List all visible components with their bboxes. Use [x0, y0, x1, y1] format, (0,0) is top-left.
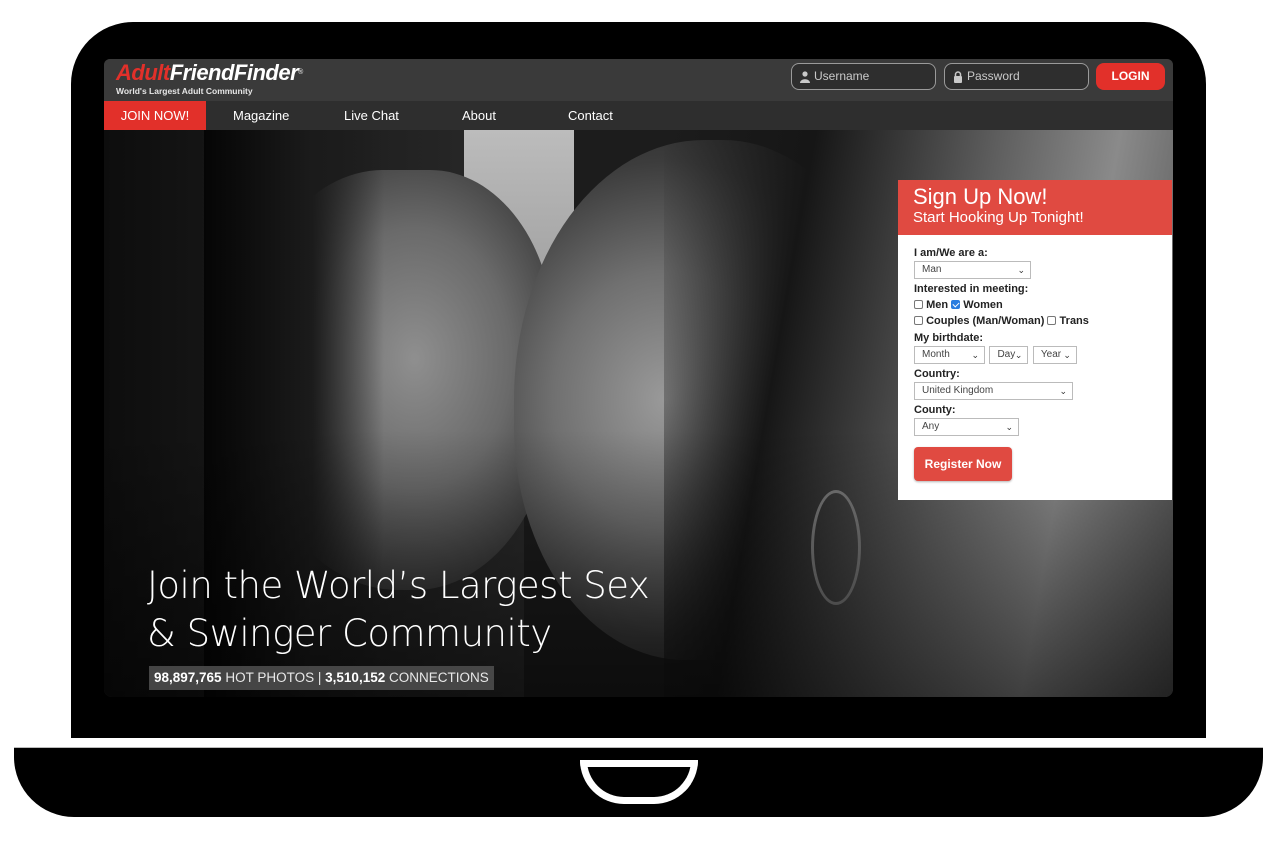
iam-select-value: Man — [922, 264, 942, 275]
chevron-down-icon: ⌄ — [1059, 386, 1067, 396]
day-select-value: Day — [997, 349, 1016, 360]
top-header: AdultFriendFinder® World's Largest Adult… — [104, 59, 1173, 101]
connections-count: 3,510,152 — [325, 670, 386, 685]
password-input[interactable]: Password — [944, 63, 1089, 90]
checkbox-women-label: Women — [963, 299, 1003, 311]
checkbox-men[interactable] — [914, 300, 923, 309]
browser-screen: AdultFriendFinder® World's Largest Adult… — [104, 59, 1173, 697]
logo-registered-mark: ® — [298, 69, 303, 76]
photos-label: HOT PHOTOS — [225, 670, 315, 685]
county-select[interactable]: Any ⌄ — [914, 418, 1019, 436]
chevron-down-icon: ⌄ — [1063, 350, 1071, 360]
iam-select[interactable]: Man ⌄ — [914, 261, 1031, 279]
logo-friendfinder-text: FriendFinder — [169, 60, 299, 85]
checkbox-couples[interactable] — [914, 316, 923, 325]
nav-join-now[interactable]: JOIN NOW! — [104, 101, 206, 130]
country-label: Country: — [914, 368, 960, 380]
nav-live-chat[interactable]: Live Chat — [344, 101, 399, 130]
username-placeholder: Username — [814, 69, 870, 83]
site-stats-bar: 98,897,765 HOT PHOTOS | 3,510,152 CONNEC… — [149, 666, 494, 690]
chevron-down-icon: ⌄ — [1014, 350, 1023, 360]
country-select[interactable]: United Kingdom ⌄ — [914, 382, 1073, 400]
hero-headline: Join the World’s Largest Sex & Swinger C… — [147, 562, 650, 658]
signup-body: I am/We are a: Man ⌄ Interested in meetin… — [898, 235, 1172, 481]
interest-row-2: Couples (Man/Woman) Trans — [914, 313, 1172, 329]
country-select-value: United Kingdom — [922, 385, 994, 396]
register-now-button[interactable]: Register Now — [914, 447, 1012, 481]
chevron-down-icon: ⌄ — [1017, 265, 1025, 275]
user-icon — [800, 71, 810, 83]
login-button[interactable]: LOGIN — [1096, 63, 1165, 90]
checkbox-women[interactable] — [951, 300, 961, 309]
interest-row-1: Men Women — [914, 297, 1172, 313]
signup-subtitle: Start Hooking Up Tonight! — [913, 209, 1084, 226]
checkbox-men-label: Men — [926, 299, 949, 311]
checkbox-trans-label: Trans — [1059, 315, 1089, 327]
photos-count: 98,897,765 — [154, 670, 222, 685]
signup-form: Sign Up Now! Start Hooking Up Tonight! I… — [898, 180, 1172, 500]
site-logo[interactable]: AdultFriendFinder® World's Largest Adult… — [116, 61, 303, 97]
nav-magazine[interactable]: Magazine — [233, 101, 289, 130]
chevron-down-icon: ⌄ — [1005, 422, 1013, 432]
year-select[interactable]: Year ⌄ — [1032, 346, 1077, 364]
chevron-down-icon: ⌄ — [971, 350, 979, 360]
birthdate-selects: Month ⌄ Day ⌄ Year ⌄ — [914, 346, 1172, 367]
stats-separator: | — [317, 670, 322, 685]
county-select-value: Any — [922, 421, 940, 432]
county-label: County: — [914, 404, 956, 416]
signup-title: Sign Up Now! — [913, 184, 1048, 209]
month-select-value: Month — [922, 349, 950, 360]
checkbox-couples-label: Couples (Man/Woman) — [926, 315, 1045, 327]
iam-label: I am/We are a: — [914, 247, 988, 259]
main-nav: JOIN NOW! Magazine Live Chat About Conta… — [104, 101, 1173, 155]
checkbox-trans[interactable] — [1047, 316, 1057, 325]
nav-about[interactable]: About — [462, 101, 496, 130]
logo-wordmark: AdultFriendFinder® — [116, 61, 303, 85]
logo-tagline: World's Largest Adult Community — [116, 86, 253, 96]
password-placeholder: Password — [967, 69, 1020, 83]
month-select[interactable]: Month ⌄ — [914, 346, 985, 364]
signup-header: Sign Up Now! Start Hooking Up Tonight! — [898, 180, 1172, 235]
username-input[interactable]: Username — [791, 63, 936, 90]
nav-contact[interactable]: Contact — [568, 101, 613, 130]
day-select[interactable]: Day ⌄ — [989, 346, 1029, 364]
hero-headline-line2: & Swinger Community — [147, 612, 552, 655]
interested-label: Interested in meeting: — [914, 283, 1029, 295]
logo-adult-text: Adult — [116, 60, 170, 85]
hero-banner: Join the World’s Largest Sex & Swinger C… — [104, 130, 1173, 697]
year-select-value: Year — [1040, 349, 1062, 360]
birthdate-label: My birthdate: — [914, 332, 984, 344]
lock-icon — [954, 71, 962, 83]
connections-label: CONNECTIONS — [388, 670, 489, 685]
hero-headline-line1: Join the World’s Largest Sex — [147, 564, 650, 607]
